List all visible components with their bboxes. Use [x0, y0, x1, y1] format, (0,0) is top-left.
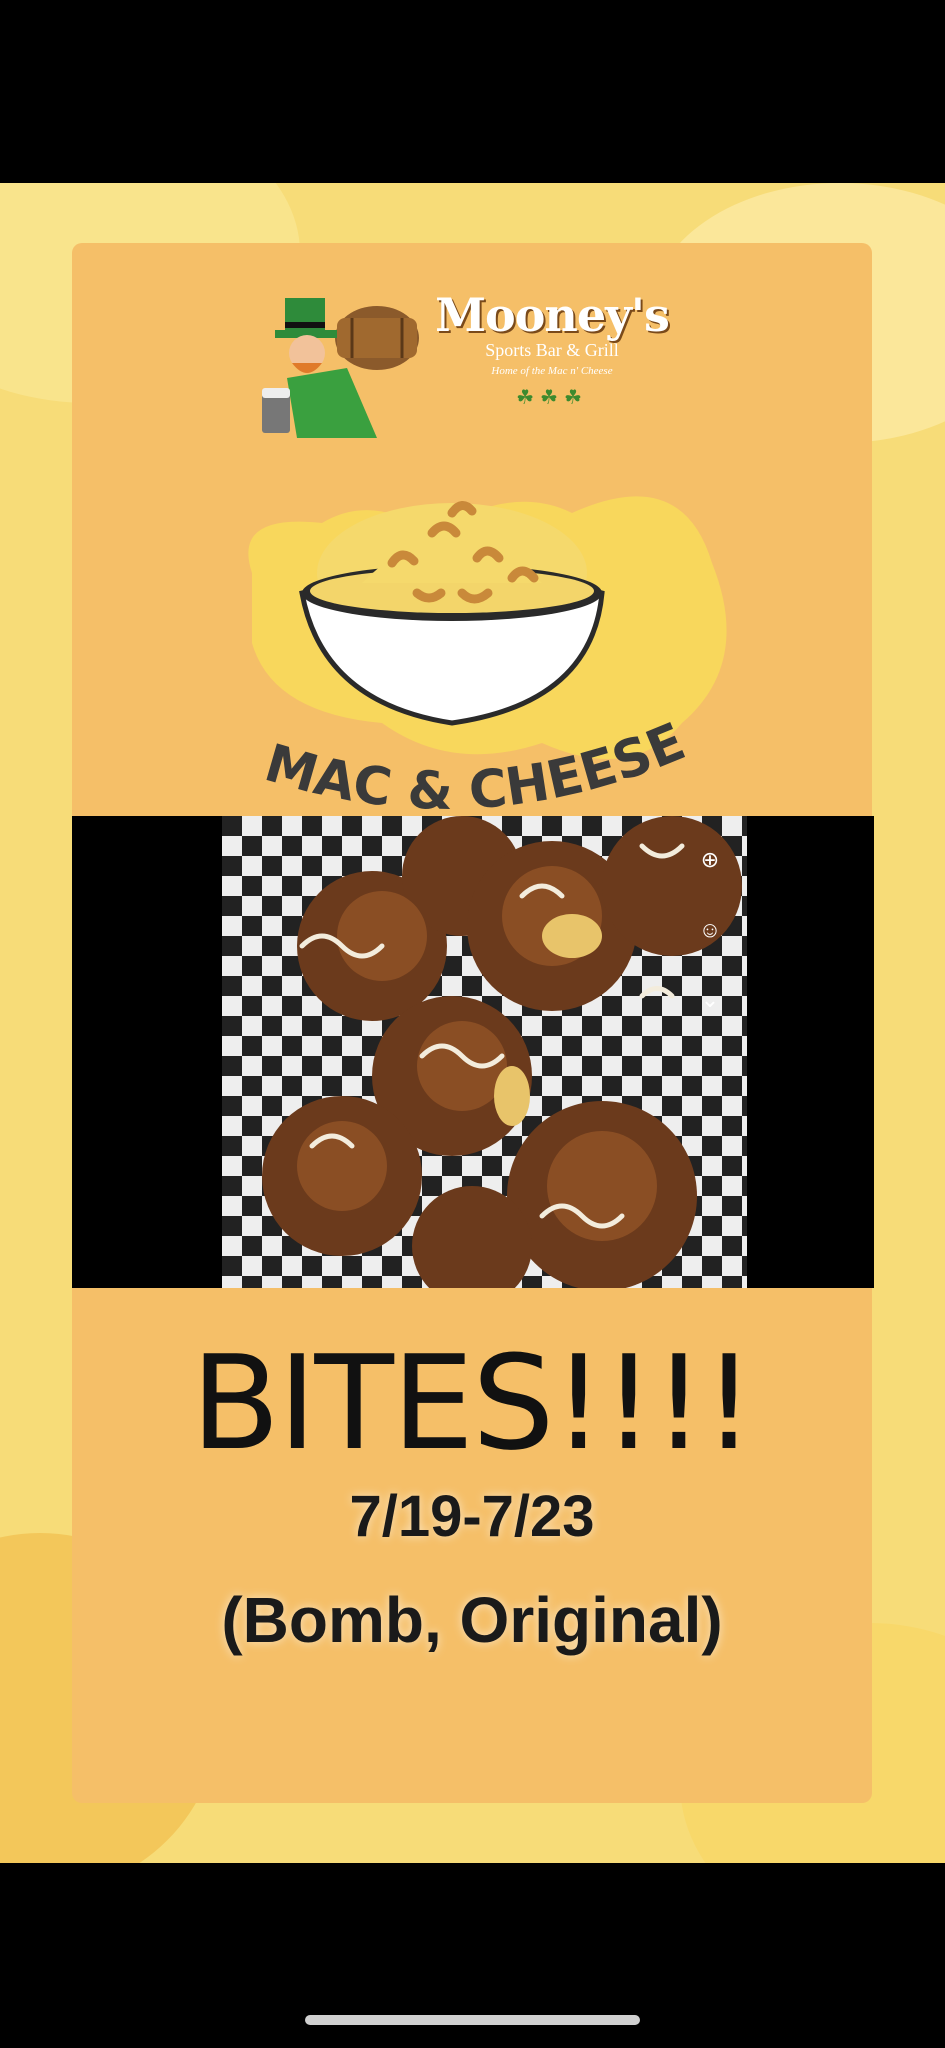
mac-cheese-text: MAC & CHEESE	[258, 718, 692, 822]
clover-icons: ☘☘☘	[516, 387, 588, 409]
mac-bites-photo	[222, 816, 747, 1288]
promo-dates: 7/19-7/23	[349, 1484, 595, 1549]
story-frame: Mooney's Sports Bar & Grill Home of the …	[0, 183, 945, 1863]
home-indicator[interactable]	[305, 2015, 640, 2025]
svg-text:MAC & CHEESE: MAC & CHEESE	[258, 718, 692, 822]
add-sticker-icon[interactable]: ☺	[696, 916, 724, 944]
brand-subtitle: Sports Bar & Grill	[485, 340, 619, 360]
brand-tagline: Home of the Mac n' Cheese	[491, 365, 613, 377]
effects-icon[interactable]: ⊕	[696, 846, 724, 874]
promo-variants: (Bomb, Original)	[221, 1584, 723, 1656]
bites-title: BITES!!!!	[190, 1327, 755, 1479]
brand-block: Mooney's Sports Bar & Grill Home of the …	[422, 288, 682, 410]
chevron-down-icon[interactable]: ⌄	[696, 986, 724, 1014]
brand-name: Mooney's	[435, 288, 670, 342]
food-photo-frame: ⊕ ☺ ⌄	[72, 816, 874, 1288]
